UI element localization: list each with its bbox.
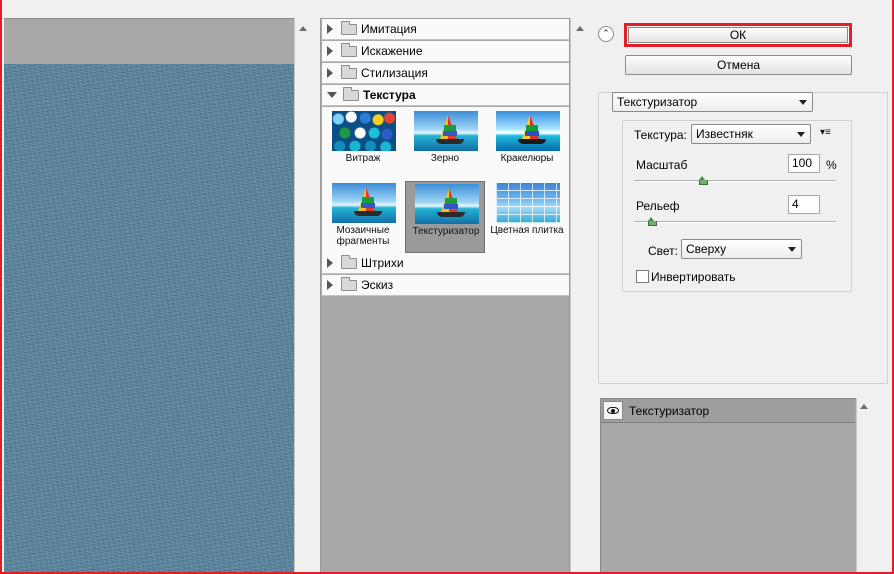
category-sketch[interactable]: Эскиз bbox=[322, 275, 569, 296]
filter-thumb-mosaic-tiles[interactable]: Мозаичные фрагменты bbox=[323, 181, 403, 253]
chevron-down-icon bbox=[797, 132, 805, 137]
relief-label: Рельеф bbox=[636, 199, 680, 213]
thumbnail-image bbox=[415, 184, 479, 224]
expand-triangle-icon bbox=[327, 24, 333, 34]
scale-slider-thumb[interactable] bbox=[699, 176, 708, 185]
texture-thumbnails: Витраж Зерно Кракелюры Мозаичные фрагмен… bbox=[322, 107, 569, 263]
open-folder-icon bbox=[343, 86, 359, 101]
filter-thumb-stained-glass[interactable]: Витраж bbox=[323, 109, 403, 181]
filter-gallery-list: Имитация Искажение Стилизация Текстура В… bbox=[320, 18, 570, 572]
chevron-down-icon bbox=[788, 247, 796, 252]
category-strokes[interactable]: Штрихи bbox=[322, 253, 569, 274]
scroll-up-arrow-icon[interactable] bbox=[860, 404, 868, 409]
category-label: Имитация bbox=[361, 22, 417, 36]
expand-triangle-icon bbox=[327, 46, 333, 56]
filter-select-value: Текстуризатор bbox=[617, 95, 698, 109]
texture-select[interactable]: Известняк bbox=[691, 124, 811, 144]
panel-divider bbox=[312, 18, 320, 572]
preview-scrollbar[interactable] bbox=[294, 18, 312, 572]
chevron-down-icon bbox=[799, 100, 807, 105]
thumbnail-image bbox=[332, 183, 396, 223]
thumbnail-caption: Мозаичные фрагменты bbox=[336, 225, 390, 247]
filter-thumb-texturizer[interactable]: Текстуризатор bbox=[405, 181, 485, 253]
scale-unit: % bbox=[826, 158, 837, 172]
layers-scrollbar[interactable] bbox=[856, 398, 870, 572]
ok-button[interactable]: ОК bbox=[624, 23, 852, 47]
scroll-up-arrow-icon[interactable] bbox=[299, 26, 307, 31]
folder-icon bbox=[341, 42, 357, 57]
category-label: Штрихи bbox=[361, 256, 404, 270]
filter-select[interactable]: Текстуризатор bbox=[612, 92, 813, 112]
gallery-scrollbar[interactable] bbox=[570, 18, 588, 572]
scale-slider[interactable] bbox=[634, 180, 836, 182]
folder-icon bbox=[341, 20, 357, 35]
light-select-value: Сверху bbox=[686, 242, 727, 256]
preview-image[interactable] bbox=[4, 64, 294, 572]
thumbnail-image bbox=[414, 111, 478, 151]
light-select[interactable]: Сверху bbox=[681, 239, 802, 259]
effect-layers-panel: Текстуризатор bbox=[600, 398, 870, 572]
category-label: Искажение bbox=[361, 44, 423, 58]
category-label: Стилизация bbox=[361, 66, 428, 80]
invert-checkbox[interactable] bbox=[636, 270, 649, 283]
filter-thumb-craquelure[interactable]: Кракелюры bbox=[487, 109, 567, 181]
light-label: Свет: bbox=[648, 244, 679, 258]
texture-menu-icon[interactable]: ▾≡ bbox=[820, 127, 836, 139]
category-distortion[interactable]: Искажение bbox=[322, 41, 569, 62]
filter-thumb-grain[interactable]: Зерно bbox=[405, 109, 485, 181]
expand-triangle-icon bbox=[327, 280, 333, 290]
thumbnail-caption: Зерно bbox=[430, 153, 460, 164]
thumbnail-image bbox=[332, 111, 396, 151]
folder-icon bbox=[341, 64, 357, 79]
thumbnail-caption: Кракелюры bbox=[500, 153, 554, 164]
folder-icon bbox=[341, 254, 357, 269]
preview-header bbox=[4, 0, 296, 18]
effect-layer-row[interactable]: Текстуризатор bbox=[601, 399, 855, 423]
invert-label: Инвертировать bbox=[651, 270, 736, 284]
expand-triangle-icon bbox=[327, 258, 333, 268]
scale-label: Масштаб bbox=[636, 158, 688, 172]
folder-icon bbox=[341, 276, 357, 291]
category-imitation[interactable]: Имитация bbox=[322, 19, 569, 40]
filter-thumb-patchwork[interactable]: Цветная плитка bbox=[487, 181, 567, 253]
category-stylize[interactable]: Стилизация bbox=[322, 63, 569, 84]
texture-select-value: Известняк bbox=[696, 127, 753, 141]
category-label: Текстура bbox=[363, 88, 416, 102]
thumbnail-caption: Цветная плитка bbox=[490, 225, 564, 236]
thumbnail-image bbox=[496, 183, 560, 223]
relief-slider[interactable] bbox=[634, 221, 836, 223]
scale-input[interactable]: 100 bbox=[788, 154, 820, 173]
ok-button-label: ОК bbox=[628, 27, 848, 43]
relief-input[interactable]: 4 bbox=[788, 195, 820, 214]
eye-icon bbox=[607, 407, 619, 414]
cancel-button[interactable]: Отмена bbox=[625, 55, 852, 75]
thumbnail-image bbox=[496, 111, 560, 151]
scroll-up-arrow-icon[interactable] bbox=[576, 26, 584, 31]
expand-triangle-icon bbox=[327, 68, 333, 78]
preview-canvas-background bbox=[4, 18, 294, 64]
effect-layer-name: Текстуризатор bbox=[629, 404, 710, 418]
thumbnail-caption: Витраж bbox=[345, 153, 381, 164]
collapse-gallery-icon[interactable]: ⌃ bbox=[598, 26, 614, 42]
category-label: Эскиз bbox=[361, 278, 394, 292]
collapse-triangle-icon bbox=[327, 92, 337, 98]
relief-slider-thumb[interactable] bbox=[648, 217, 657, 226]
visibility-toggle[interactable] bbox=[603, 401, 623, 420]
category-texture[interactable]: Текстура bbox=[322, 85, 569, 106]
texture-label: Текстура: bbox=[634, 128, 687, 142]
filter-gallery-window: Имитация Искажение Стилизация Текстура В… bbox=[0, 0, 894, 574]
thumbnail-caption: Текстуризатор bbox=[412, 226, 480, 237]
